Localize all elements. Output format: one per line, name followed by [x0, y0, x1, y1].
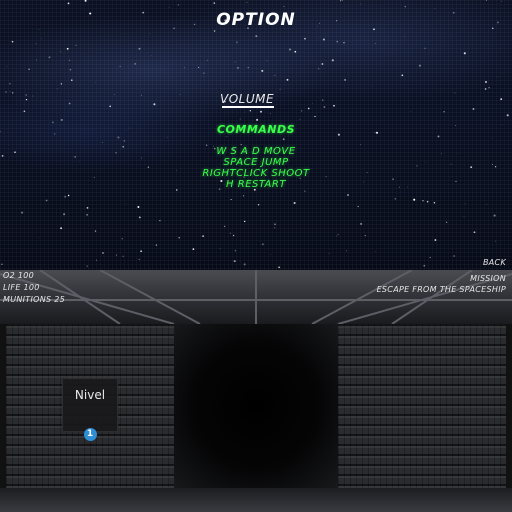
corridor-ceiling [0, 270, 512, 325]
life-readout: LIFE 100 [3, 283, 40, 292]
mission-objective: ESCAPE FROM THE SPACESHIP [376, 285, 506, 294]
back-button[interactable]: BACK [483, 258, 506, 267]
command-shoot: RIGHTCLICK SHOOT [202, 168, 310, 179]
ceiling-beams [0, 270, 512, 325]
command-restart: H RESTART [226, 179, 286, 190]
corridor-floor [0, 488, 512, 512]
oxygen-readout: O2 100 [3, 271, 34, 280]
command-move: W S A D MOVE [216, 146, 296, 157]
menu-title: OPTION [216, 10, 296, 30]
command-jump: SPACE JUMP [223, 157, 289, 168]
mission-label: MISSION [470, 274, 506, 283]
right-pillar [506, 324, 512, 488]
level-card: Nivel 1 [62, 378, 118, 441]
munitions-readout: MUNITIONS 25 [3, 295, 66, 304]
commands-heading: COMMANDS [216, 123, 296, 136]
level-label: Nivel [74, 388, 106, 402]
corridor-doorway [174, 324, 338, 488]
volume-slider[interactable] [222, 106, 274, 108]
volume-option[interactable]: VOLUME [220, 92, 274, 106]
right-wall-panel [338, 324, 506, 488]
level-number-badge: 1 [83, 428, 97, 441]
